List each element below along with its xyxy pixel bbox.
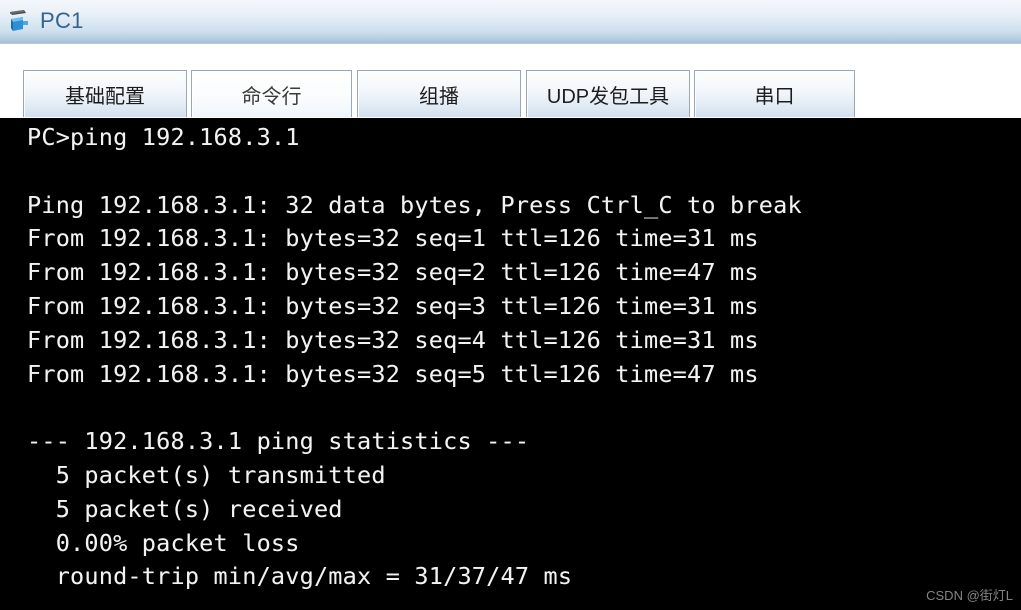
- console-line: 5 packet(s) received: [27, 494, 343, 523]
- window-titlebar: PC1: [0, 0, 1021, 44]
- console-line: 0.00% packet loss: [27, 528, 300, 557]
- console-line: From 192.168.3.1: bytes=32 seq=2 ttl=126…: [27, 258, 759, 287]
- tab-bar: 基础配置 命令行 组播 UDP发包工具 串口: [0, 45, 1021, 118]
- tab-multicast-label: 组播: [419, 85, 459, 108]
- pc1-terminal-window: PC1 基础配置 命令行 组播 UDP发包工具 串口 PC>ping 192.1…: [0, 0, 1021, 610]
- tab-command-line-label: 命令行: [241, 85, 302, 108]
- watermark-label: CSDN @街灯L: [926, 588, 1013, 603]
- console-line: round-trip min/avg/max = 31/37/47 ms: [27, 562, 573, 591]
- console-output-text: PC>ping 192.168.3.1 Ping 192.168.3.1: 32…: [27, 121, 802, 594]
- tab-command-line[interactable]: 命令行: [191, 70, 352, 117]
- console-line: From 192.168.3.1: bytes=32 seq=4 ttl=126…: [27, 325, 759, 354]
- tab-multicast[interactable]: 组播: [357, 70, 521, 117]
- console-line: From 192.168.3.1: bytes=32 seq=5 ttl=126…: [27, 359, 759, 388]
- console-line: From 192.168.3.1: bytes=32 seq=1 ttl=126…: [27, 224, 759, 253]
- console-output-area[interactable]: PC>ping 192.168.3.1 Ping 192.168.3.1: 32…: [22, 118, 1021, 610]
- tab-udp-packet-tool[interactable]: UDP发包工具: [526, 70, 690, 117]
- console-line: From 192.168.3.1: bytes=32 seq=3 ttl=126…: [27, 291, 759, 320]
- console-line: --- 192.168.3.1 ping statistics ---: [27, 427, 530, 456]
- window-title: PC1: [40, 7, 84, 33]
- console-line: 5 packet(s) transmitted: [27, 460, 386, 489]
- tab-basic-config-label: 基础配置: [65, 85, 145, 108]
- tab-serial-port-label: 串口: [754, 85, 795, 108]
- console-left-margin: [0, 118, 22, 610]
- console-line: Ping 192.168.3.1: 32 data bytes, Press C…: [27, 190, 802, 219]
- tab-basic-config[interactable]: 基础配置: [23, 70, 187, 117]
- tab-udp-packet-tool-label: UDP发包工具: [546, 85, 670, 108]
- command-line-console[interactable]: PC>ping 192.168.3.1 Ping 192.168.3.1: 32…: [0, 118, 1021, 610]
- tab-serial-port[interactable]: 串口: [694, 70, 855, 117]
- console-line: PC>ping 192.168.3.1: [27, 123, 300, 151]
- pc-device-icon: [6, 7, 36, 37]
